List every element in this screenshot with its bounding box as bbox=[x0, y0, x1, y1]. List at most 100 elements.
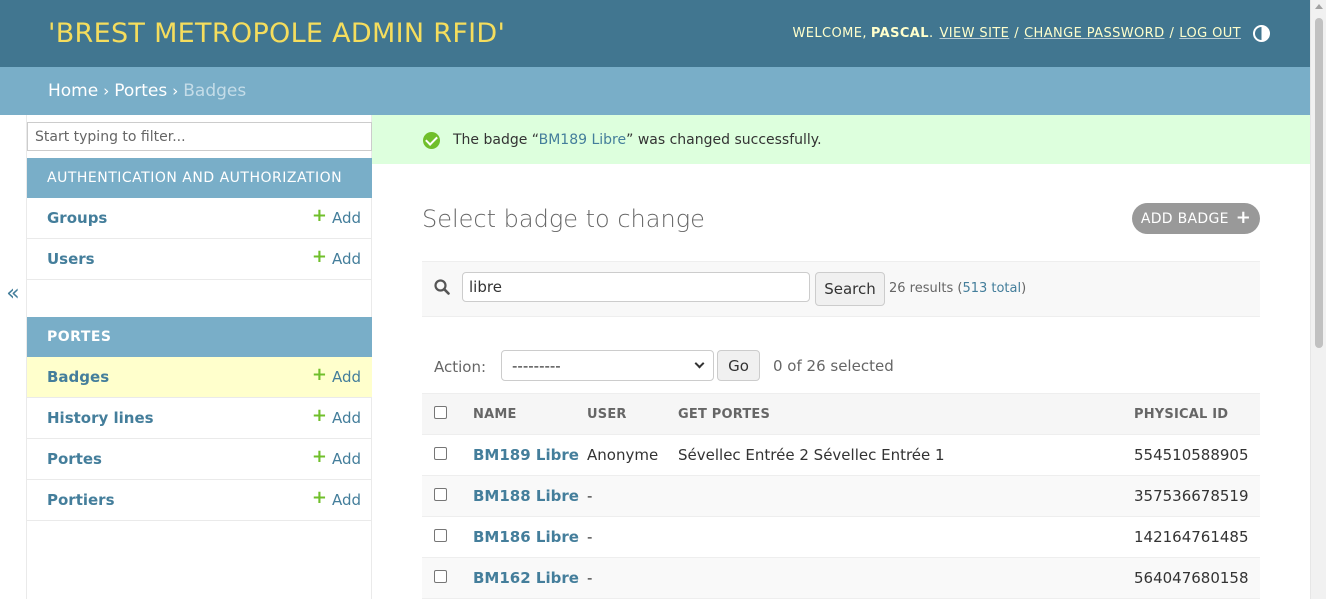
column-header-physical-id[interactable]: PHYSICAL ID bbox=[1134, 393, 1260, 435]
log-out-link[interactable]: LOG OUT bbox=[1179, 26, 1241, 41]
user-cell: - bbox=[587, 557, 678, 599]
add-label: Add bbox=[331, 491, 361, 509]
search-input[interactable]: libre bbox=[462, 272, 810, 302]
scrollbar-thumb[interactable] bbox=[1315, 18, 1323, 348]
row-select-cell bbox=[422, 516, 473, 558]
add-label: Add bbox=[331, 250, 361, 268]
view-site-link[interactable]: VIEW SITE bbox=[940, 26, 1010, 41]
user-cell: - bbox=[587, 516, 678, 558]
action-select[interactable]: --------- bbox=[501, 350, 714, 381]
plus-icon: + bbox=[311, 246, 327, 267]
plus-icon: + bbox=[1235, 206, 1252, 228]
action-label: Action: bbox=[434, 358, 487, 376]
row-checkbox[interactable] bbox=[434, 529, 447, 542]
breadcrumb-current: Badges bbox=[183, 81, 247, 101]
changed-badge-link[interactable]: BM189 Libre bbox=[539, 132, 627, 148]
add-history-line-link[interactable]: + Add bbox=[311, 405, 361, 428]
sidebar-item-badges: Badges + Add bbox=[27, 357, 372, 398]
user-tools: WELCOME, PASCAL. VIEW SITE / CHANGE PASS… bbox=[793, 25, 1270, 42]
plus-icon: + bbox=[311, 205, 327, 226]
search-toolbar: libre Search 26 results (513 total) bbox=[422, 261, 1260, 317]
result-table: NAME USER GET PORTES PHYSICAL ID BM189 L… bbox=[422, 393, 1260, 599]
go-button[interactable]: Go bbox=[717, 350, 760, 381]
action-select-value: --------- bbox=[512, 356, 561, 375]
sidebar-item-label[interactable]: History lines bbox=[47, 409, 154, 427]
sidebar-item-groups: Groups + Add bbox=[27, 198, 372, 239]
actions-bar: Action: --------- Go 0 of 26 selected bbox=[422, 345, 1260, 393]
physical-id-cell: 554510588905 bbox=[1134, 434, 1260, 476]
collapse-icon: « bbox=[6, 280, 20, 306]
plus-icon: + bbox=[311, 405, 327, 426]
breadcrumb-app[interactable]: Portes bbox=[114, 81, 167, 101]
page-title: Select badge to change bbox=[422, 205, 705, 233]
row-checkbox[interactable] bbox=[434, 570, 447, 583]
add-label: Add bbox=[331, 209, 361, 227]
page-scrollbar[interactable] bbox=[1310, 0, 1326, 599]
portes-cell: Sévellec Entrée 2 Sévellec Entrée 1 bbox=[678, 434, 1134, 476]
result-count: 26 results (513 total) bbox=[889, 281, 1026, 296]
add-porte-link[interactable]: + Add bbox=[311, 446, 361, 469]
header: 'BREST METROPOLE ADMIN RFID' WELCOME, PA… bbox=[0, 0, 1310, 67]
badge-link[interactable]: BM162 Libre bbox=[473, 569, 579, 587]
search-button[interactable]: Search bbox=[815, 272, 885, 306]
row-checkbox[interactable] bbox=[434, 488, 447, 501]
add-label: Add bbox=[331, 368, 361, 386]
row-select-cell bbox=[422, 557, 473, 599]
column-header-user[interactable]: USER bbox=[587, 393, 678, 435]
scroll-up-arrow-icon[interactable] bbox=[1315, 4, 1323, 9]
name-cell: BM189 Libre bbox=[473, 434, 587, 476]
nav-sidebar: Start typing to filter... AUTHENTICATION… bbox=[26, 115, 372, 599]
sidebar-item-label[interactable]: Portes bbox=[47, 450, 102, 468]
nav-filter-input[interactable]: Start typing to filter... bbox=[27, 122, 372, 151]
portes-cell bbox=[678, 557, 1134, 599]
toggle-sidebar-button[interactable]: « bbox=[0, 115, 26, 599]
breadcrumb-home[interactable]: Home bbox=[48, 81, 98, 101]
table-row: BM188 Libre - 357536678519 bbox=[422, 475, 1260, 517]
badge-link[interactable]: BM186 Libre bbox=[473, 528, 579, 546]
username: PASCAL bbox=[870, 26, 929, 41]
row-select-cell bbox=[422, 475, 473, 517]
table-row: BM186 Libre - 142164761485 bbox=[422, 516, 1260, 558]
check-circle-icon bbox=[423, 132, 440, 149]
physical-id-cell: 564047680158 bbox=[1134, 557, 1260, 599]
add-user-link[interactable]: + Add bbox=[311, 246, 361, 269]
sidebar-item-label[interactable]: Users bbox=[47, 250, 95, 268]
sidebar-item-history-lines: History lines + Add bbox=[27, 398, 372, 439]
table-row: BM189 Libre Anonyme Sévellec Entrée 2 Sé… bbox=[422, 434, 1260, 476]
add-badge-label: ADD BADGE bbox=[1140, 210, 1229, 227]
change-password-link[interactable]: CHANGE PASSWORD bbox=[1024, 26, 1164, 41]
app-caption-auth[interactable]: AUTHENTICATION AND AUTHORIZATION bbox=[27, 158, 372, 198]
app-caption-portes[interactable]: PORTES bbox=[27, 317, 372, 357]
add-badge-link[interactable]: + Add bbox=[312, 366, 361, 387]
theme-toggle-icon[interactable] bbox=[1253, 25, 1270, 42]
add-label: Add bbox=[331, 409, 361, 427]
breadcrumb-separator: › bbox=[172, 82, 179, 100]
row-select-cell bbox=[422, 434, 473, 476]
name-cell: BM162 Libre bbox=[473, 557, 587, 599]
breadcrumb: Home › Portes › Badges bbox=[0, 67, 1310, 115]
sidebar-item-label[interactable]: Portiers bbox=[47, 491, 115, 509]
add-label: Add bbox=[331, 450, 361, 468]
search-icon bbox=[434, 279, 450, 295]
plus-icon: + bbox=[311, 446, 327, 467]
message-suffix: ” was changed successfully. bbox=[626, 131, 822, 148]
badge-link[interactable]: BM189 Libre bbox=[473, 446, 579, 464]
add-badge-button[interactable]: ADD BADGE + bbox=[1132, 203, 1260, 234]
selected-count: 0 of 26 selected bbox=[773, 357, 894, 375]
separator: / bbox=[1169, 26, 1175, 41]
column-header-name[interactable]: NAME bbox=[473, 393, 587, 435]
total-results-link[interactable]: 513 total bbox=[962, 281, 1021, 296]
breadcrumb-separator: › bbox=[103, 82, 110, 100]
table-header-row: NAME USER GET PORTES PHYSICAL ID bbox=[422, 393, 1260, 435]
sidebar-item-label[interactable]: Badges bbox=[47, 368, 109, 386]
result-count-close: ) bbox=[1021, 281, 1027, 296]
physical-id-cell: 357536678519 bbox=[1134, 475, 1260, 517]
sidebar-item-label[interactable]: Groups bbox=[47, 209, 107, 227]
add-group-link[interactable]: + Add bbox=[311, 205, 361, 228]
add-portier-link[interactable]: + Add bbox=[312, 489, 361, 510]
row-checkbox[interactable] bbox=[434, 447, 447, 460]
select-all-checkbox[interactable] bbox=[434, 405, 447, 419]
message-text: The badge “BM189 Libre” was changed succ… bbox=[453, 132, 822, 148]
site-name[interactable]: 'BREST METROPOLE ADMIN RFID' bbox=[48, 18, 505, 49]
badge-link[interactable]: BM188 Libre bbox=[473, 487, 579, 505]
